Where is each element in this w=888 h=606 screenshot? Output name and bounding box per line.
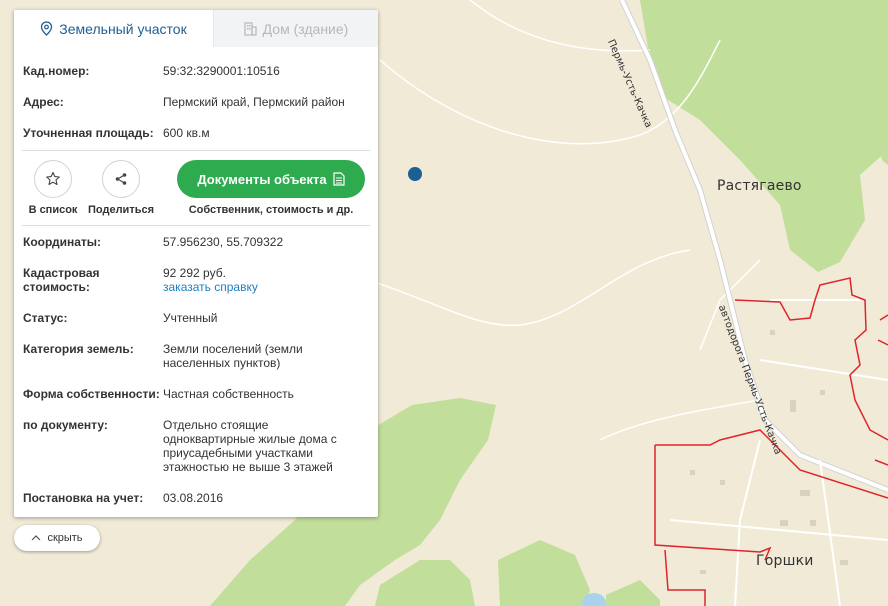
village-label-gorshki: Горшки — [756, 553, 814, 569]
info-row: Постановка на учет: 03.08.2016 — [23, 491, 369, 505]
share-label: Поделиться — [87, 204, 155, 216]
cadastral-number-link[interactable]: 59:32:3290001:10516 — [163, 64, 363, 78]
cadastral-cost-label: Кадастровая стоимость: — [23, 266, 100, 294]
share-button[interactable] — [102, 160, 140, 198]
ownership-label: Форма собственности: — [23, 387, 160, 401]
cadastral-cost-value: 92 292 руб. заказать справку — [163, 266, 363, 294]
by-document-value: Отдельно стоящие одноквартирные жилые до… — [163, 418, 337, 474]
area-label: Уточненная площадь: — [23, 126, 154, 140]
by-document-label: по документу: — [23, 418, 108, 432]
coordinates-label: Координаты: — [23, 235, 102, 249]
info-row: Координаты: 57.956230, 55.709322 — [23, 235, 369, 249]
status-value: Учтенный — [163, 311, 218, 325]
order-certificate-link[interactable]: заказать справку — [163, 280, 363, 294]
address-value: Пермский край, Пермский район — [163, 95, 345, 109]
document-icon — [333, 172, 345, 186]
land-category-label: Категория земель: — [23, 342, 134, 356]
tab-land-label: Земельный участок — [59, 20, 187, 37]
chevron-up-icon — [32, 535, 41, 541]
info-top: Кад.номер: 59:32:3290001:10516 Адрес: Пе… — [14, 64, 378, 140]
documents-button-label: Документы объекта — [197, 171, 327, 187]
share-icon — [115, 173, 127, 185]
divider — [22, 225, 370, 226]
hide-panel-label: скрыть — [47, 532, 83, 544]
info-row: Адрес: Пермский край, Пермский район — [23, 95, 369, 109]
info-row: Кад.номер: 59:32:3290001:10516 — [23, 64, 369, 78]
registration-value: 03.08.2016 — [163, 491, 224, 505]
area-value: 600 кв.м — [163, 126, 210, 140]
info-row: Статус: Учтенный — [23, 311, 369, 325]
village-label-rastyagaevo: Растягаево — [717, 178, 802, 194]
add-to-list-button[interactable] — [34, 160, 72, 198]
address-label: Адрес: — [23, 95, 64, 109]
location-marker[interactable] — [408, 167, 422, 181]
info-row: Форма собственности: Частная собственнос… — [23, 387, 369, 401]
map-pin-icon — [41, 21, 53, 36]
tab-building[interactable]: Дом (здание) — [213, 10, 378, 47]
status-label: Статус: — [23, 311, 68, 325]
star-icon — [46, 171, 60, 186]
object-info-panel: Земельный участок Дом (здание) Кад.номер… — [14, 10, 378, 517]
info-row: Кадастровая стоимость: 92 292 руб. заказ… — [23, 266, 369, 294]
tab-building-label: Дом (здание) — [262, 20, 349, 37]
object-documents-button[interactable]: Документы объекта — [177, 160, 365, 198]
add-to-list-label: В список — [28, 204, 78, 216]
hide-panel-button[interactable]: скрыть — [14, 525, 100, 551]
info-row: Уточненная площадь: 600 кв.м — [23, 126, 369, 140]
ownership-value: Частная собственность — [163, 387, 294, 401]
info-bottom: Координаты: 57.956230, 55.709322 Кадастр… — [14, 235, 378, 505]
coordinates-value: 57.956230, 55.709322 — [163, 235, 284, 249]
cadastral-number-label: Кад.номер: — [23, 64, 90, 78]
land-category-value: Земли поселений (земли населенных пункто… — [163, 342, 303, 370]
cadastral-cost-amount: 92 292 руб. — [163, 266, 226, 280]
panel-tabs: Земельный участок Дом (здание) — [14, 10, 378, 47]
info-row: Категория земель: Земли поселений (земли… — [23, 342, 369, 370]
actions-bar: В список Поделиться Документы объекта Со… — [14, 151, 378, 225]
tab-land-plot[interactable]: Земельный участок — [14, 10, 213, 47]
documents-subtitle: Собственник, стоимость и др. — [188, 204, 354, 216]
building-icon — [244, 21, 257, 36]
info-row: по документу: Отдельно стоящие однокварт… — [23, 418, 369, 474]
registration-label: Постановка на учет: — [23, 491, 144, 505]
